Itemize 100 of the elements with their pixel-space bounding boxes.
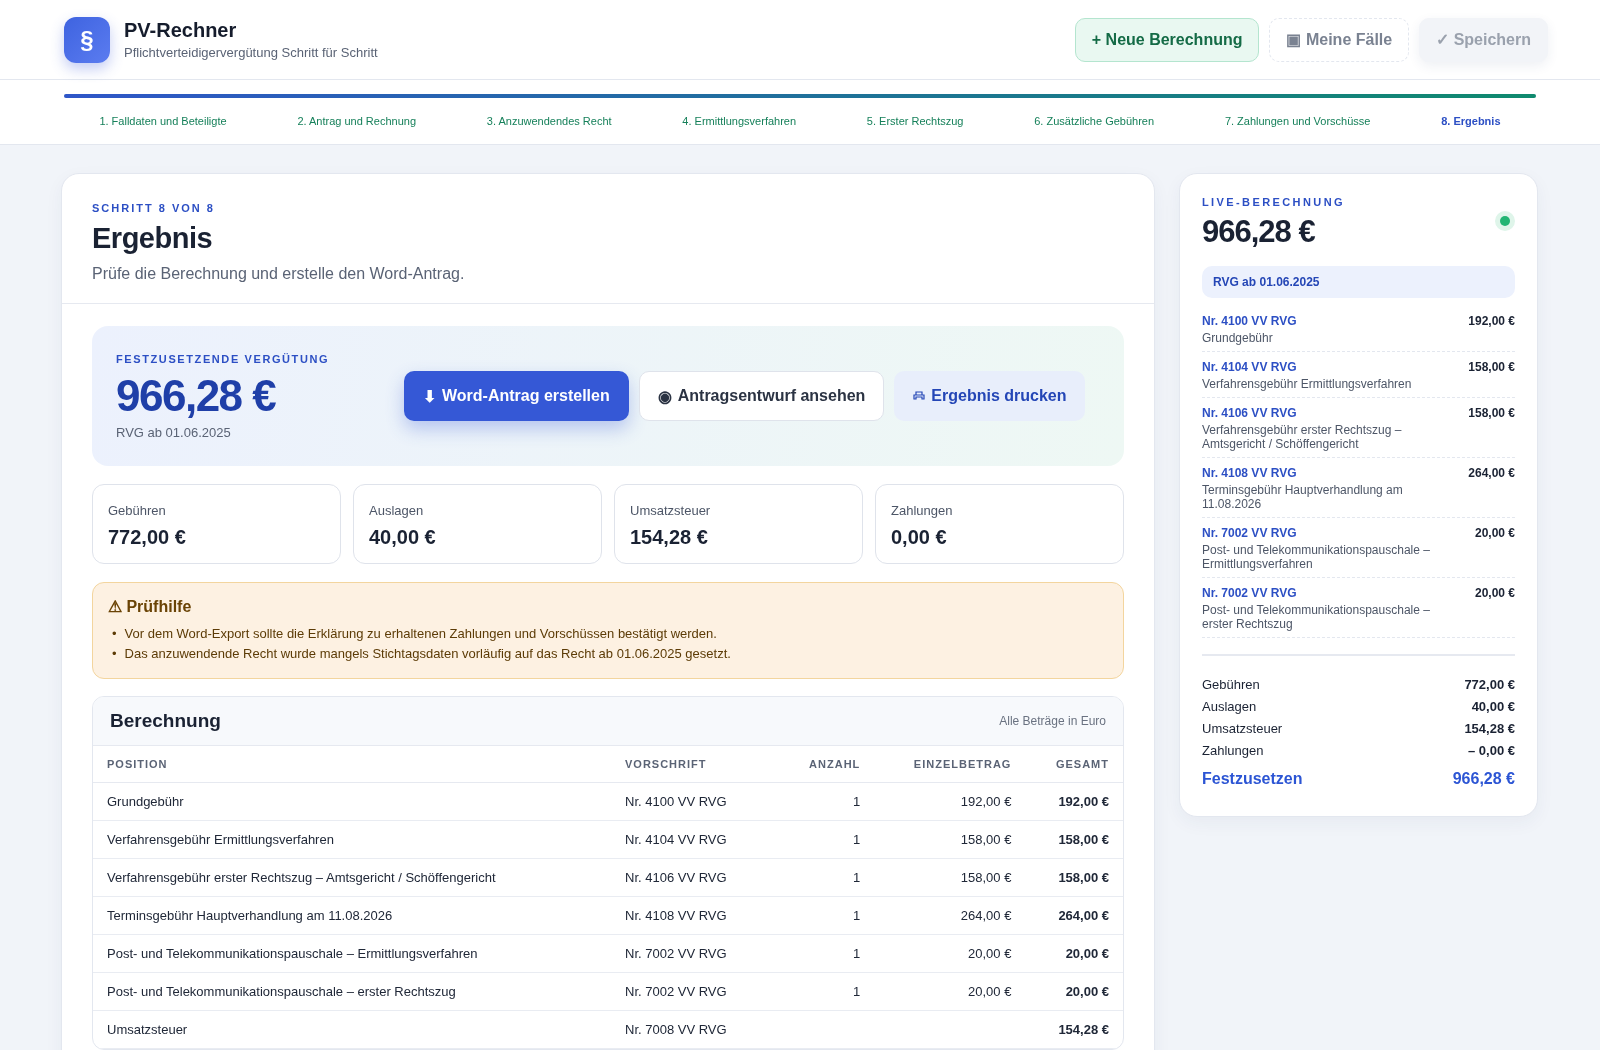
table-cell: 1 bbox=[853, 832, 861, 847]
header-button[interactable]: ▣ Meine Fälle bbox=[1269, 17, 1410, 62]
notice-item: Vor dem Word-Export sollte die Erklärung zu erhaltenen Zahlungen und Vorschüssen bestätigt werden. bbox=[124, 625, 717, 643]
table-title: Berechnung bbox=[110, 710, 221, 732]
step-tab[interactable]: 2. Antrag und Rechnung bbox=[297, 115, 417, 127]
table-cell: Nr. 4104 VV RVG bbox=[625, 832, 727, 847]
law-badge: RVG ab 01.06.2025 bbox=[1202, 266, 1515, 298]
stat-label: Zahlungen bbox=[891, 503, 954, 518]
table-cell: Post- und Telekommunikationspauschale – erster Rechtszug bbox=[107, 984, 456, 999]
total-value: 772,00 € bbox=[1464, 676, 1515, 694]
total-label: Zahlungen bbox=[1202, 742, 1264, 760]
table-cell: 1 bbox=[853, 908, 861, 923]
fee-amount: 158,00 € bbox=[1468, 360, 1515, 376]
fee-amount: 20,00 € bbox=[1474, 526, 1515, 542]
step-tab[interactable]: 7. Zahlungen und Vorschüsse bbox=[1224, 115, 1371, 127]
notice-item: Das anzuwendende Recht wurde mangels Stichtagsdaten vorläufig auf das Recht ab 01.06.2025 gesetzt. bbox=[124, 645, 731, 663]
fee-amount: 158,00 € bbox=[1468, 406, 1515, 422]
notice-title: ⚠ Prüfhilfe bbox=[108, 597, 193, 616]
column-header: POSITION bbox=[93, 746, 611, 783]
table-cell: 192,00 € bbox=[960, 794, 1012, 809]
step-tab[interactable]: 8. Ergebnis bbox=[1441, 115, 1501, 127]
stat-label: Auslagen bbox=[369, 503, 425, 518]
column-header: ANZAHL bbox=[779, 746, 875, 783]
total-label: Umsatzsteuer bbox=[1202, 720, 1283, 738]
fee-code: Nr. 7002 VV RVG bbox=[1202, 586, 1298, 600]
table-cell: Umsatzsteuer bbox=[107, 1022, 188, 1037]
logo-icon: § bbox=[64, 16, 110, 63]
table-cell: Nr. 4106 VV RVG bbox=[625, 870, 727, 885]
fee-code: Nr. 4100 VV RVG bbox=[1202, 314, 1298, 328]
result-note: RVG ab 01.06.2025 bbox=[116, 424, 232, 440]
result-amount: 966,28 € bbox=[116, 370, 277, 421]
table-cell: Nr. 7002 VV RVG bbox=[625, 946, 727, 961]
final-label: Festzusetzen bbox=[1202, 769, 1303, 789]
total-value: 40,00 € bbox=[1471, 698, 1515, 716]
fee-code: Nr. 4108 VV RVG bbox=[1202, 466, 1298, 480]
column-header: VORSCHRIFT bbox=[611, 746, 779, 783]
step-tab[interactable]: 4. Ermittlungsverfahren bbox=[682, 115, 797, 127]
stat-label: Umsatzsteuer bbox=[630, 503, 712, 518]
table-cell: Verfahrensgebühr Ermittlungsverfahren bbox=[107, 832, 334, 847]
page-title: Ergebnis bbox=[92, 222, 214, 255]
bullet-mark: • bbox=[112, 645, 117, 663]
table-cell: 158,00 € bbox=[1058, 870, 1109, 885]
fee-description: Post- und Telekommunikationspauschale – Ermittlungsverfahren bbox=[1202, 543, 1431, 571]
final-value: 966,28 € bbox=[1452, 769, 1515, 789]
fee-description: Post- und Telekommunikationspauschale – erster Rechtszug bbox=[1202, 603, 1431, 631]
total-value: – 0,00 € bbox=[1468, 742, 1515, 760]
step-tab[interactable]: 3. Anzuwendendes Recht bbox=[486, 115, 612, 127]
table-cell: 264,00 € bbox=[1058, 908, 1109, 923]
action-button[interactable]: ⬇ Word-Antrag erstellen bbox=[404, 371, 629, 421]
table-cell: 158,00 € bbox=[1058, 832, 1109, 847]
table-cell: Terminsgebühr Hauptverhandlung am 11.08.2026 bbox=[107, 908, 393, 923]
table-cell: 192,00 € bbox=[1058, 794, 1109, 809]
step-tab[interactable]: 5. Erster Rechtszug bbox=[866, 115, 964, 127]
action-button[interactable]: ◉ Antragsentwurf ansehen bbox=[638, 371, 885, 421]
fee-code: Nr. 7002 VV RVG bbox=[1202, 526, 1298, 540]
fee-description: Terminsgebühr Hauptverhandlung am 11.08.2026 bbox=[1202, 483, 1404, 511]
printer-icon bbox=[913, 391, 926, 401]
bullet-mark: • bbox=[112, 625, 117, 643]
fee-amount: 192,00 € bbox=[1468, 314, 1515, 330]
table-cell: 158,00 € bbox=[960, 870, 1012, 885]
step-tab[interactable]: 6. Zusätzliche Gebühren bbox=[1034, 115, 1155, 127]
table-cell: Nr. 7002 VV RVG bbox=[625, 984, 727, 999]
table-cell: Nr. 4108 VV RVG bbox=[625, 908, 727, 923]
app-subtitle: Pflichtverteidigervergütung Schritt für Schritt bbox=[124, 45, 378, 60]
fee-code: Nr. 4106 VV RVG bbox=[1202, 406, 1298, 420]
page-subtitle: Prüfe die Berechnung und erstelle den Word-Antrag. bbox=[92, 265, 466, 283]
table-cell: 20,00 € bbox=[1065, 946, 1109, 961]
stat-label: Gebühren bbox=[108, 503, 167, 518]
table-cell: 1 bbox=[853, 984, 861, 999]
fee-code: Nr. 4104 VV RVG bbox=[1202, 360, 1298, 374]
table-cell: 264,00 € bbox=[960, 908, 1012, 923]
table-cell: 1 bbox=[853, 946, 861, 961]
action-button[interactable]: Ergebnis drucken bbox=[894, 371, 1086, 421]
total-label: Auslagen bbox=[1202, 698, 1257, 716]
fee-amount: 20,00 € bbox=[1474, 586, 1515, 602]
table-cell: Grundgebühr bbox=[107, 794, 184, 809]
header-button[interactable]: + Neue Berechnung bbox=[1074, 17, 1260, 62]
table-cell: 154,28 € bbox=[1058, 1022, 1109, 1037]
app-title: PV-Rechner bbox=[124, 19, 238, 42]
fee-description: Grundgebühr bbox=[1202, 331, 1274, 345]
stat-value: 154,28 € bbox=[630, 526, 709, 549]
table-cell: Post- und Telekommunikationspauschale – Ermittlungsverfahren bbox=[107, 946, 478, 961]
stat-value: 40,00 € bbox=[369, 526, 437, 549]
table-cell: 20,00 € bbox=[1065, 984, 1109, 999]
stat-value: 0,00 € bbox=[891, 526, 948, 549]
table-cell: Nr. 7008 VV RVG bbox=[625, 1022, 727, 1037]
total-value: 154,28 € bbox=[1464, 720, 1515, 738]
table-cell: 1 bbox=[853, 794, 861, 809]
live-amount: 966,28 € bbox=[1202, 214, 1316, 250]
table-cell: Nr. 4100 VV RVG bbox=[625, 794, 727, 809]
stat-value: 772,00 € bbox=[108, 526, 187, 549]
table-cell: Verfahrensgebühr erster Rechtszug – Amtsgericht / Schöffengericht bbox=[107, 870, 496, 885]
column-header: EINZELBETRAG bbox=[874, 746, 1026, 783]
total-label: Gebühren bbox=[1202, 676, 1260, 694]
step-tab[interactable]: 1. Falldaten und Beteiligte bbox=[99, 115, 227, 127]
result-label: FESTZUSETZENDE VERGÜTUNG bbox=[116, 352, 331, 365]
table-cell: 20,00 € bbox=[968, 984, 1012, 999]
table-cell: 20,00 € bbox=[968, 946, 1012, 961]
fee-amount: 264,00 € bbox=[1468, 466, 1515, 482]
live-label: LIVE-BERECHNUNG bbox=[1202, 196, 1345, 208]
